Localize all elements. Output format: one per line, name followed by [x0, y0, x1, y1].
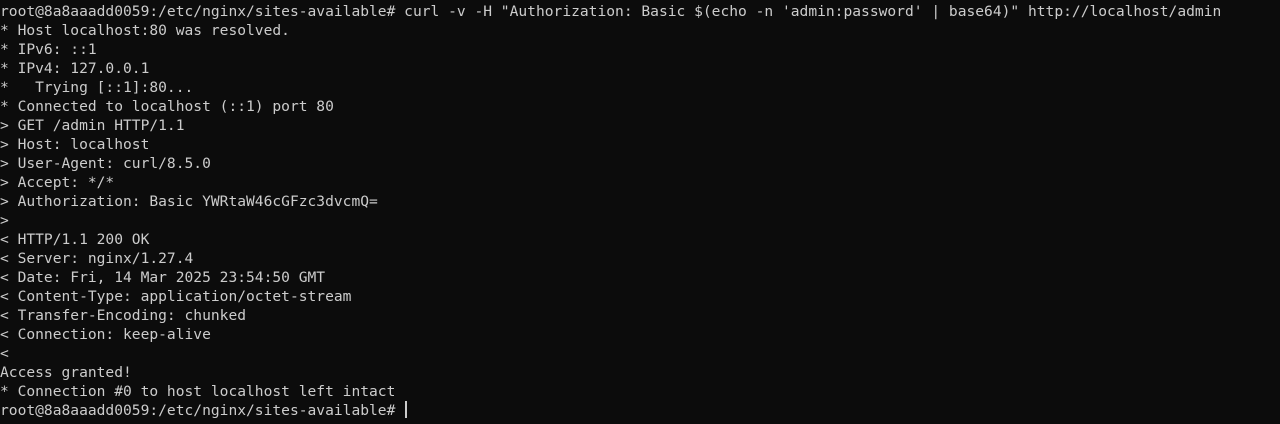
output-line: * IPv4: 127.0.0.1: [0, 60, 150, 77]
output-line: <: [0, 345, 9, 362]
output-line: >: [0, 212, 9, 229]
output-line: < HTTP/1.1 200 OK: [0, 231, 150, 248]
output-line: < Content-Type: application/octet-stream: [0, 288, 352, 305]
output-line: * Connected to localhost (::1) port 80: [0, 98, 334, 115]
output-line: > GET /admin HTTP/1.1: [0, 117, 185, 134]
command-line: root@8a8aaadd0059:/etc/nginx/sites-avail…: [0, 3, 1222, 20]
output-line: > Authorization: Basic YWRtaW46cGFzc3dvc…: [0, 193, 378, 210]
output-line: < Server: nginx/1.27.4: [0, 250, 194, 267]
output-line: > User-Agent: curl/8.5.0: [0, 155, 211, 172]
output-line: > Accept: */*: [0, 174, 115, 191]
output-line: * IPv6: ::1: [0, 41, 97, 58]
terminal-output[interactable]: root@8a8aaadd0059:/etc/nginx/sites-avail…: [0, 0, 1280, 424]
output-line: < Transfer-Encoding: chunked: [0, 307, 247, 324]
output-line: * Host localhost:80 was resolved.: [0, 22, 290, 39]
text-cursor: [405, 401, 408, 418]
output-line: * Trying [::1]:80...: [0, 79, 194, 96]
output-line: * Connection #0 to host localhost left i…: [0, 383, 396, 400]
shell-prompt: root@8a8aaadd0059:/etc/nginx/sites-avail…: [0, 402, 405, 419]
output-line: > Host: localhost: [0, 136, 150, 153]
output-line: < Date: Fri, 14 Mar 2025 23:54:50 GMT: [0, 269, 326, 286]
output-line: < Connection: keep-alive: [0, 326, 211, 343]
output-line: Access granted!: [0, 364, 132, 381]
prompt-line[interactable]: root@8a8aaadd0059:/etc/nginx/sites-avail…: [0, 401, 1280, 420]
